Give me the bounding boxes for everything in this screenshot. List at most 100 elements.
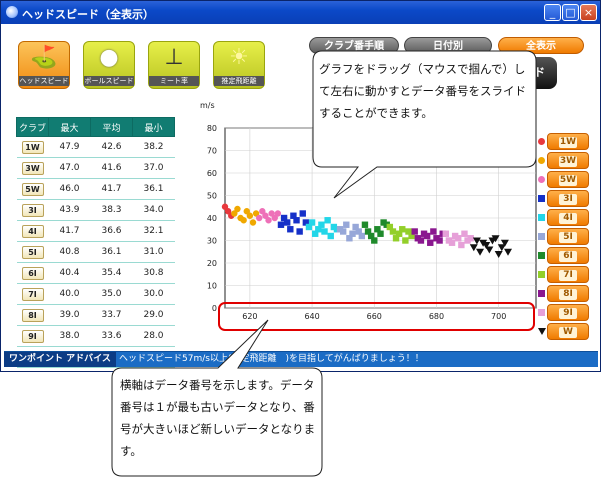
data-point [448,239,456,246]
y-axis-label: m/s [200,101,215,110]
y-tick-label: 10 [207,282,217,291]
distance-button[interactable]: ☀ 推定飛距離 [213,41,265,89]
club-cell: 8I [16,304,49,326]
legend-marker [538,233,545,240]
table-row: 3W 47.0 41.6 37.0 [16,157,175,179]
club-cell: 5W [16,178,49,200]
table-row: 4I 41.7 36.6 32.1 [16,220,175,242]
max-cell: 39.0 [48,304,91,326]
legend-toggle-5i[interactable]: 5I [547,228,589,245]
data-point [461,230,468,237]
legend-club-label: 3I [559,194,577,205]
data-point [343,221,350,228]
col-max-header: 最大 [48,117,91,137]
advice-label: ワンポイント アドバイス [4,352,116,367]
avg-cell: 41.6 [90,157,133,179]
data-point [377,230,384,237]
data-point [274,210,282,217]
avg-cell: 36.6 [90,220,133,242]
ball-speed-button[interactable]: ● ボールスピード [83,41,135,89]
club-tag: 5I [21,245,44,259]
data-point [308,219,316,226]
data-point [358,232,366,240]
legend-marker [538,290,545,297]
y-tick-label: 0 [212,304,217,313]
legend-toggle-7i[interactable]: 7I [547,266,589,283]
minimize-button[interactable]: _ [544,4,561,21]
legend-marker [538,252,545,259]
close-button[interactable]: × [580,4,597,21]
max-cell: 47.0 [48,157,91,179]
stats-header-row: クラブ 最大 平均 最小 [16,117,175,137]
avg-cell: 38.3 [90,199,133,221]
min-cell: 32.1 [132,220,175,242]
club-cell: 9I [16,325,49,347]
club-tag: 4I [21,224,44,238]
distance-icon: ☀ [229,45,249,70]
legend-toggle-1w[interactable]: 1W [547,133,589,150]
y-tick-label: 50 [207,192,217,201]
head-speed-button[interactable]: ⛳ ヘッドスピード [18,41,70,89]
x-tick-label: 660 [367,312,382,321]
data-point [389,228,397,235]
data-point [265,217,272,224]
club-cell: 6I [16,262,49,284]
legend-toggle-8i[interactable]: 8I [547,285,589,302]
data-point [467,235,474,242]
legend-toggle-3w[interactable]: 3W [547,152,589,169]
legend-marker [538,309,545,316]
data-point [324,217,331,224]
min-cell: 38.2 [132,136,175,158]
data-point [321,228,328,235]
legend-marker [538,157,545,164]
club-tag: 8I [21,308,44,322]
axis-hint-text: 横軸はデータ番号を示します。データ番号は１が最も古いデータとなり、番号が大きいほ… [120,378,316,458]
legend-toggle-4i[interactable]: 4I [547,209,589,226]
max-cell: 40.4 [48,262,91,284]
legend-marker [538,214,545,221]
avg-cell: 35.0 [90,283,133,305]
window-title: ヘッドスピード（全表示） [22,8,154,21]
legend-toggle-w[interactable]: W [547,323,589,340]
data-point [423,232,431,240]
table-row: 5W 46.0 41.7 36.1 [16,178,175,200]
club-tag: 9I [21,329,44,343]
club-cell: 3I [16,199,49,221]
club-tag: 5W [21,182,44,196]
ball-speed-label: ボールスピード [84,76,134,86]
max-cell: 46.0 [48,178,91,200]
head-speed-label: ヘッドスピード [19,76,69,86]
data-point [318,221,325,228]
avg-cell: 36.1 [90,241,133,263]
legend-club-label: 8I [559,289,577,300]
smash-factor-button[interactable]: ⊥ ミート率 [148,41,200,89]
maximize-button[interactable]: □ [562,4,579,21]
data-point [256,214,263,222]
data-point [427,239,434,246]
legend-toggle-3i[interactable]: 3I [547,190,589,207]
data-point [299,210,306,217]
data-point [411,228,418,235]
club-cell: 3W [16,157,49,179]
data-point [430,228,437,235]
club-cell: 1W [16,136,49,158]
club-tag: 1W [21,140,44,154]
min-cell: 31.0 [132,241,175,263]
legend-marker [538,195,545,202]
max-cell: 40.8 [48,241,91,263]
club-cell: 5I [16,241,49,263]
legend-club-label: 5W [559,175,577,186]
club-tag: 3I [21,203,44,217]
data-point [284,219,291,226]
table-row: 5I 40.8 36.1 31.0 [16,241,175,263]
legend-toggle-5w[interactable]: 5W [547,171,589,188]
min-cell: 37.0 [132,157,175,179]
avg-cell: 41.7 [90,178,133,200]
data-point [277,221,285,228]
legend-toggle-6i[interactable]: 6I [547,247,589,264]
y-tick-label: 20 [207,259,217,268]
data-point [458,241,465,249]
legend-toggle-9i[interactable]: 9I [547,304,589,321]
y-tick-label: 80 [207,124,217,133]
max-cell: 38.0 [48,325,91,347]
